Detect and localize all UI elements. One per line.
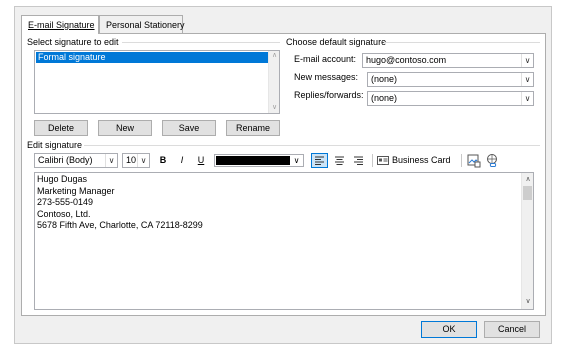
tab-personal-stationery[interactable]: Personal Stationery — [99, 15, 185, 33]
scrollbar-thumb[interactable] — [523, 186, 532, 200]
save-button-label: Save — [178, 123, 200, 133]
font-color-picker[interactable]: ∨ — [214, 154, 304, 167]
font-size-value: 10 — [126, 155, 137, 165]
signature-list-item[interactable]: Formal signature — [36, 52, 269, 63]
signature-list-item-label: Formal signature — [38, 52, 106, 62]
tab-email-signature[interactable]: E-mail Signature — [21, 15, 99, 34]
delete-button-label: Delete — [47, 123, 74, 133]
align-right-button[interactable] — [350, 153, 367, 168]
signature-line: Contoso, Ltd. — [37, 208, 91, 219]
chevron-down-icon[interactable]: ∨ — [521, 54, 533, 67]
new-button-label: New — [115, 123, 134, 133]
select-signature-label: Select signature to edit — [27, 37, 119, 47]
replies-forwards-select[interactable]: (none) ∨ — [367, 91, 534, 106]
new-messages-label: New messages: — [294, 72, 359, 82]
chevron-down-icon[interactable]: ∨ — [521, 73, 533, 86]
tab-email-signature-label: E-mail Signature — [28, 20, 95, 30]
replies-forwards-label: Replies/forwards: — [294, 90, 364, 100]
edit-signature-label: Edit signature — [27, 140, 83, 150]
email-account-value: hugo@contoso.com — [366, 55, 447, 65]
align-center-icon — [335, 156, 344, 165]
business-card-icon — [377, 156, 389, 165]
align-right-icon — [354, 156, 363, 165]
select-signature-divider — [122, 42, 280, 43]
signature-list[interactable]: Formal signature ∧ ∨ — [34, 50, 280, 114]
signature-line: Hugo Dugas — [37, 174, 88, 184]
tab-panel: Select signature to edit Formal signatur… — [21, 33, 546, 316]
align-center-button[interactable] — [331, 153, 348, 168]
business-card-button[interactable]: Business Card — [377, 153, 457, 168]
email-account-select[interactable]: hugo@contoso.com ∨ — [362, 53, 534, 68]
chevron-down-icon[interactable]: ∨ — [137, 154, 149, 167]
font-color-swatch — [216, 156, 290, 165]
toolbar-separator — [461, 154, 462, 167]
default-signature-label: Choose default signature — [286, 37, 387, 47]
scroll-down-icon[interactable]: ∨ — [269, 103, 280, 113]
cancel-button[interactable]: Cancel — [484, 321, 540, 338]
tab-personal-stationery-label: Personal Stationery — [106, 20, 185, 30]
align-left-icon — [315, 156, 324, 165]
hyperlink-icon — [487, 154, 497, 167]
signature-line: 5678 Fifth Ave, Charlotte, CA 72118-8299 — [37, 220, 203, 230]
bold-button[interactable]: B — [157, 153, 169, 168]
signatures-dialog: E-mail Signature Personal Stationery Sel… — [14, 6, 552, 344]
insert-hyperlink-button[interactable] — [485, 153, 500, 168]
scroll-up-icon[interactable]: ∧ — [522, 175, 534, 185]
business-card-label: Business Card — [392, 155, 451, 165]
save-button[interactable]: Save — [162, 120, 216, 136]
font-name-value: Calibri (Body) — [38, 155, 93, 165]
rename-button[interactable]: Rename — [226, 120, 280, 136]
default-signature-divider — [384, 42, 540, 43]
chevron-down-icon[interactable]: ∨ — [291, 155, 302, 166]
cancel-button-label: Cancel — [497, 324, 526, 334]
ok-button-label: OK — [442, 324, 456, 334]
signature-editor[interactable]: Hugo Dugas Marketing Manager 273-555-014… — [34, 172, 534, 310]
edit-signature-divider — [84, 145, 540, 146]
font-name-select[interactable]: Calibri (Body) ∨ — [34, 153, 118, 168]
new-messages-select[interactable]: (none) ∨ — [367, 72, 534, 87]
formatting-toolbar: Calibri (Body) ∨ 10 ∨ B I U ∨ Business C… — [34, 153, 534, 168]
ok-button[interactable]: OK — [421, 321, 477, 338]
scroll-up-icon[interactable]: ∧ — [269, 51, 280, 61]
editor-scrollbar[interactable]: ∧ ∨ — [521, 173, 533, 309]
signature-line: 273-555-0149 — [37, 197, 94, 207]
rename-button-label: Rename — [235, 123, 271, 133]
replies-forwards-value: (none) — [371, 93, 398, 103]
signature-text[interactable]: Hugo Dugas Marketing Manager 273-555-014… — [37, 174, 203, 232]
font-size-select[interactable]: 10 ∨ — [122, 153, 150, 168]
new-button[interactable]: New — [98, 120, 152, 136]
picture-icon — [467, 154, 481, 168]
chevron-down-icon[interactable]: ∨ — [521, 92, 533, 105]
toolbar-separator — [372, 154, 373, 167]
italic-button[interactable]: I — [176, 153, 188, 168]
insert-picture-button[interactable] — [466, 153, 481, 168]
email-account-label: E-mail account: — [294, 54, 357, 64]
underline-button[interactable]: U — [195, 153, 207, 168]
align-left-button[interactable] — [311, 153, 328, 168]
scroll-down-icon[interactable]: ∨ — [522, 297, 534, 307]
signature-list-scrollbar[interactable]: ∧ ∨ — [268, 51, 279, 113]
signature-line: Marketing Manager — [37, 185, 115, 196]
chevron-down-icon[interactable]: ∨ — [105, 154, 117, 167]
delete-button[interactable]: Delete — [34, 120, 88, 136]
new-messages-value: (none) — [371, 74, 398, 84]
